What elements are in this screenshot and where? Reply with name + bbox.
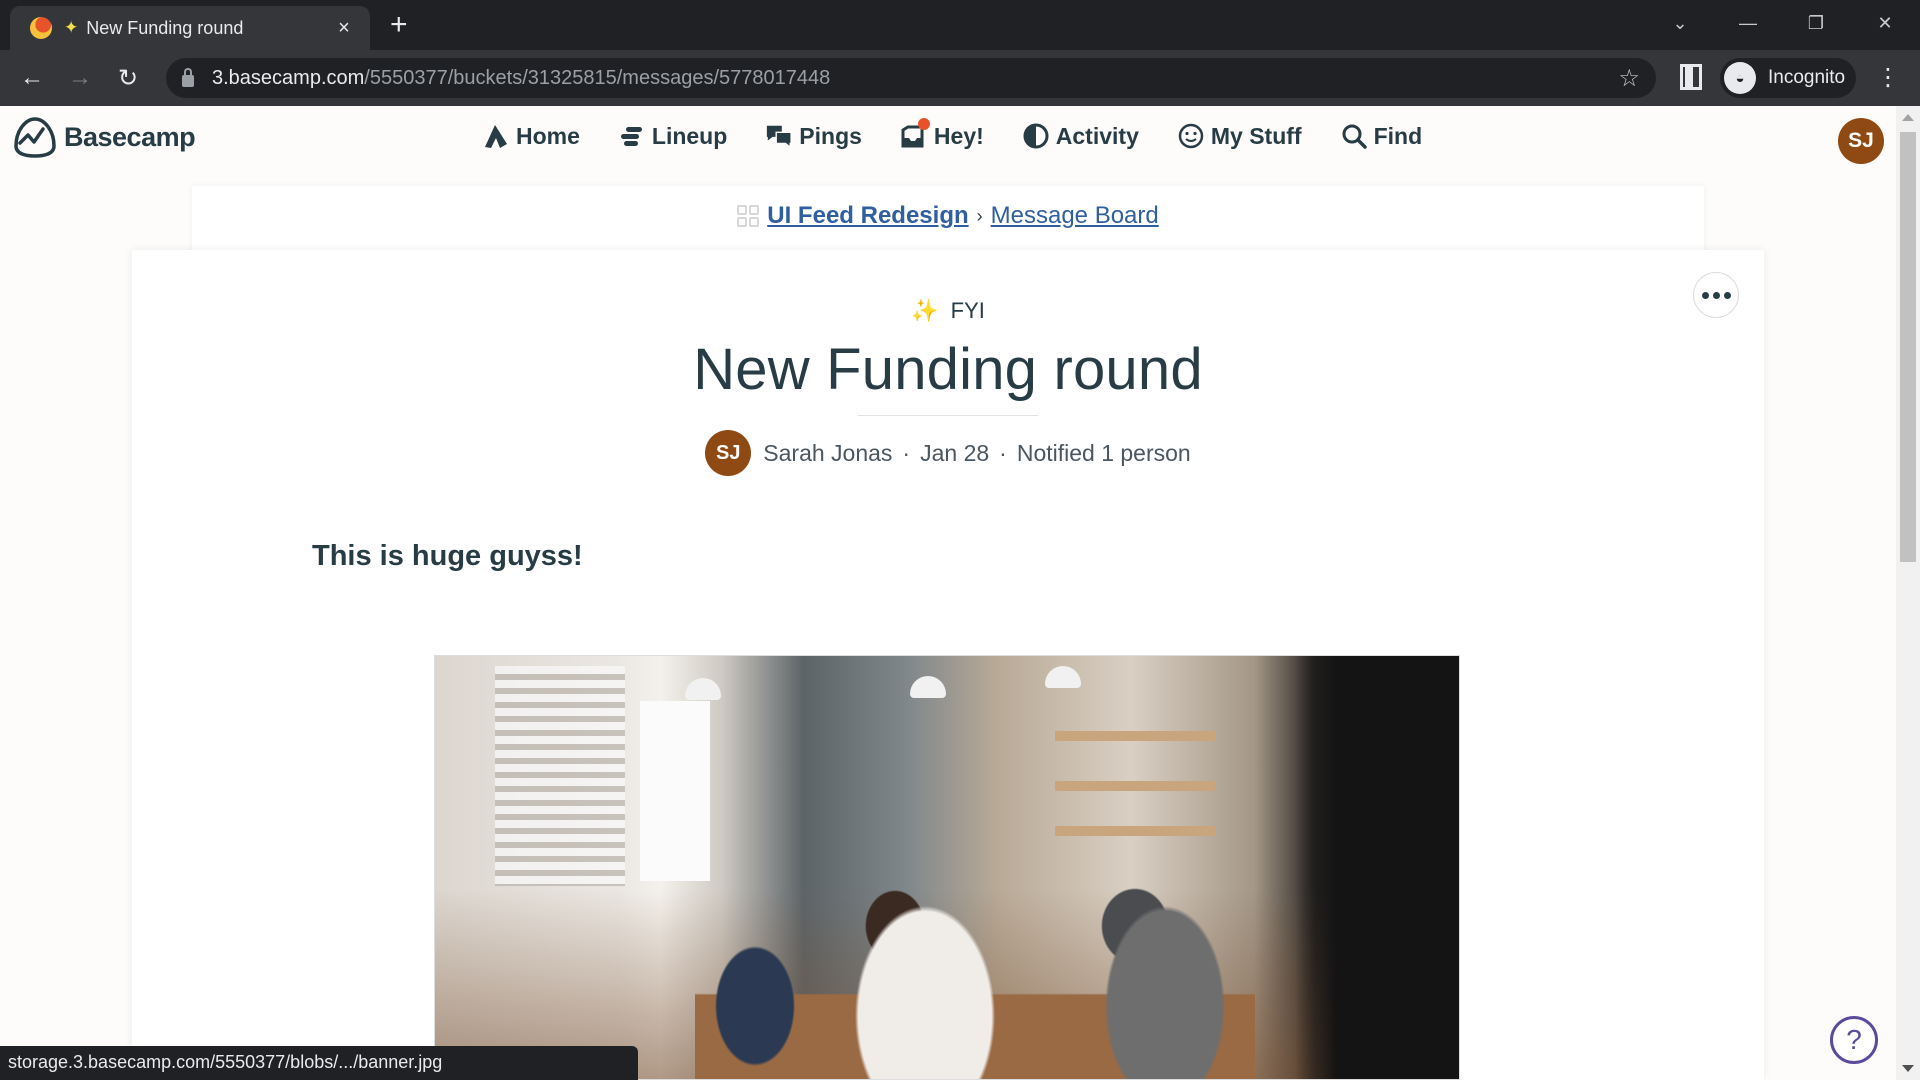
sparkles-icon: ✨ (911, 298, 939, 324)
message-byline: SJ Sarah Jonas · Jan 28 · Notified 1 per… (132, 430, 1764, 476)
breadcrumb-message-board-link[interactable]: Message Board (991, 202, 1159, 230)
brand-name: Basecamp (64, 121, 196, 152)
byline-separator: · (999, 439, 1007, 466)
basecamp-logo[interactable]: Basecamp (12, 116, 196, 158)
link-status-bubble: storage.3.basecamp.com/5550377/blobs/...… (0, 1046, 638, 1080)
nav-lineup-label: Lineup (651, 122, 728, 149)
address-bar[interactable]: 3.basecamp.com/5550377/buckets/31325815/… (166, 58, 1656, 98)
nav-activity[interactable]: Activity (1022, 122, 1139, 150)
nav-my-stuff[interactable]: My Stuff (1177, 122, 1302, 150)
activity-icon (1022, 122, 1050, 150)
restore-icon[interactable]: ❐ (1786, 6, 1846, 40)
image-detail-shelf (1055, 781, 1215, 791)
forward-arrow-icon[interactable]: → (62, 60, 98, 96)
lock-icon (182, 67, 194, 87)
image-detail-shelf (1055, 731, 1215, 741)
title-divider (858, 415, 1038, 416)
project-grid-icon (737, 205, 760, 227)
scrollbar-thumb[interactable] (1900, 132, 1916, 562)
nav-find-label: Find (1373, 122, 1423, 149)
nav-hey[interactable]: Hey! (900, 118, 984, 150)
app-header: Basecamp Home Lineup Pings Hey! Activity… (0, 106, 1896, 172)
breadcrumb-panel: UI Feed Redesign › Message Board (192, 186, 1704, 252)
minimize-icon[interactable]: — (1718, 6, 1778, 40)
image-detail-people (695, 886, 1255, 1079)
window-close-icon[interactable]: ✕ (1855, 6, 1915, 40)
reload-icon[interactable]: ↻ (110, 60, 146, 96)
user-avatar[interactable]: SJ (1838, 118, 1884, 164)
my-stuff-icon (1177, 122, 1205, 150)
url-host: 3.basecamp.com (212, 66, 365, 89)
incognito-icon: ◒ (1724, 62, 1756, 94)
message-card: ✨ FYI New Funding round SJ Sarah Jonas ·… (132, 250, 1764, 1080)
image-detail-window (640, 701, 710, 881)
breadcrumb: UI Feed Redesign › Message Board (192, 202, 1704, 230)
browser-menu-icon[interactable]: ⋮ (1876, 64, 1900, 92)
image-detail-lamp (910, 676, 946, 698)
sparkles-icon: ✦ (64, 18, 79, 37)
lineup-icon (618, 122, 646, 150)
page-scrollbar[interactable] (1896, 106, 1920, 1080)
image-detail-shelf (1055, 826, 1215, 836)
side-panel-icon[interactable] (1680, 64, 1702, 90)
pings-icon (765, 122, 793, 150)
scroll-down-arrow-icon[interactable] (1902, 1065, 1914, 1072)
image-detail-lamp (1045, 666, 1081, 688)
scroll-up-arrow-icon[interactable] (1902, 114, 1914, 121)
tab-search-icon[interactable]: ⌄ (1650, 6, 1710, 40)
nav-home-label: Home (516, 122, 580, 149)
banner-image-attachment[interactable] (434, 655, 1460, 1080)
notification-badge (917, 118, 930, 130)
home-icon (482, 122, 510, 150)
browser-toolbar: ← → ↻ 3.basecamp.com/5550377/buckets/313… (0, 50, 1920, 106)
basecamp-mark-icon (14, 117, 56, 158)
tab-close-icon[interactable]: × (332, 17, 356, 40)
bookmark-star-icon[interactable]: ☆ (1618, 64, 1640, 93)
new-tab-button[interactable]: + (390, 8, 408, 42)
image-detail-lamp (685, 678, 721, 700)
incognito-profile-button[interactable]: ◒ Incognito (1720, 58, 1856, 98)
help-button[interactable]: ? (1830, 1016, 1878, 1064)
nav-pings-label: Pings (799, 122, 862, 149)
profile-label: Incognito (1768, 67, 1846, 88)
breadcrumb-project-link[interactable]: UI Feed Redesign (767, 202, 968, 230)
message-date: Jan 28 (920, 439, 990, 466)
nav-hey-label: Hey! (933, 122, 984, 149)
nav-find[interactable]: Find (1340, 122, 1423, 150)
back-arrow-icon[interactable]: ← (14, 60, 50, 96)
category-label: FYI (950, 298, 985, 323)
main-nav: Home Lineup Pings Hey! Activity My Stuff… (482, 118, 1460, 150)
nav-home[interactable]: Home (482, 122, 580, 150)
browser-tab-active[interactable]: ✦ New Funding round × (10, 6, 370, 50)
browser-tab-strip: ✦ New Funding round × + ⌄ — ❐ ✕ (0, 0, 1920, 50)
message-body: This is huge guyss! (312, 540, 583, 572)
message-category: ✨ FYI (132, 298, 1764, 324)
nav-lineup[interactable]: Lineup (618, 122, 727, 150)
url-path: /5550377/buckets/31325815/messages/57780… (364, 66, 831, 89)
image-detail-blinds (495, 666, 625, 886)
author-name: Sarah Jonas (763, 439, 893, 466)
basecamp-favicon-icon (30, 17, 52, 39)
breadcrumb-separator: › (976, 205, 983, 226)
hey-inbox-icon (900, 118, 930, 150)
notified-count[interactable]: Notified 1 person (1017, 440, 1191, 467)
author-avatar[interactable]: SJ (705, 430, 752, 476)
message-title: New Funding round (693, 337, 1203, 402)
nav-activity-label: Activity (1055, 122, 1139, 149)
nav-my-stuff-label: My Stuff (1210, 122, 1302, 149)
byline-separator: · (902, 439, 911, 466)
nav-pings[interactable]: Pings (765, 122, 862, 150)
tab-title: New Funding round (86, 17, 244, 38)
search-icon (1340, 122, 1368, 150)
